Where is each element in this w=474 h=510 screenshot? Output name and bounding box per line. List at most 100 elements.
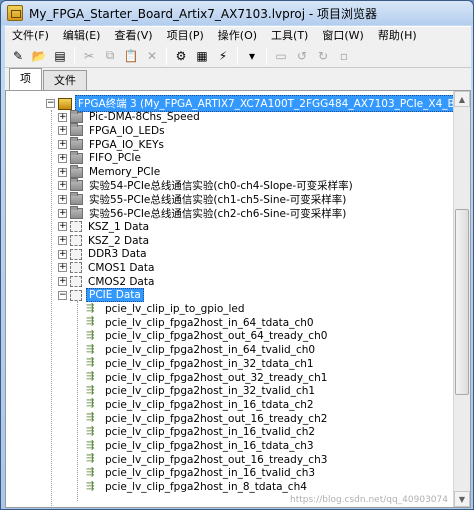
scroll-up-icon[interactable]: ▲ (454, 91, 470, 107)
expand-icon[interactable]: + (58, 277, 67, 287)
view-icon[interactable]: ▫ (335, 47, 353, 65)
redo-icon[interactable]: ↻ (314, 47, 332, 65)
menu-operate[interactable]: 操作(O) (211, 27, 264, 45)
tree-item-label: CMOS2 Data (88, 275, 155, 288)
tree-row-child[interactable]: ⇶ pcie_lv_clip_fpga2host_in_64_tdata_ch0 (86, 316, 316, 329)
io-item-icon: ⇶ (86, 412, 95, 424)
expand-icon[interactable]: + (58, 222, 67, 232)
expand-icon[interactable]: + (58, 263, 67, 273)
tree-row-child[interactable]: ⇶ pcie_lv_clip_fpga2host_out_64_tready_ch… (86, 330, 329, 343)
expand-icon[interactable]: + (58, 140, 67, 150)
tree-guide-line (77, 300, 78, 501)
undo-icon[interactable]: ↺ (293, 47, 311, 65)
tree-row-item[interactable]: + CMOS1 Data (58, 261, 156, 274)
connect-icon[interactable]: ⚡ (214, 47, 232, 65)
tab-files[interactable]: 文件 (43, 70, 87, 90)
project-tree[interactable]: − FPGA终端 3 (My_FPGA_ARTIX7_XC7A100T_2FGG4… (5, 90, 471, 508)
collapse-icon[interactable]: − (46, 99, 55, 108)
expand-icon[interactable]: + (58, 126, 67, 136)
tree-row-child[interactable]: ⇶ pcie_lv_clip_fpga2host_in_16_tvalid_ch3 (86, 467, 317, 480)
tree-row-item[interactable]: + 实验56-PCIe总线通信实验(ch2-ch6-Sine-可变采样率) (58, 205, 348, 220)
tree-item-label: CMOS1 Data (88, 261, 155, 274)
tree-child-label: pcie_lv_clip_fpga2host_out_16_tready_ch3 (105, 453, 328, 466)
tree-item-label: PCIE Data (86, 288, 144, 303)
expand-icon[interactable]: + (58, 112, 67, 122)
tree-row-child[interactable]: ⇶ pcie_lv_clip_fpga2host_in_8_tdata_ch4 (86, 481, 309, 494)
tree-row-item[interactable]: + 实验55-PCIe总线通信实验(ch1-ch5-Sine-可变采样率) (58, 191, 348, 206)
scroll-thumb[interactable] (455, 209, 469, 395)
tree-row-item[interactable]: + Pic-DMA-8Chs_Speed (58, 109, 202, 124)
toolbar-separator (74, 46, 75, 65)
tree-row-child[interactable]: ⇶ pcie_lv_clip_fpga2host_in_32_tvalid_ch1 (86, 385, 317, 398)
tree-row-child[interactable]: ⇶ pcie_lv_clip_fpga2host_in_64_tvalid_ch0 (86, 344, 317, 357)
expand-icon[interactable]: + (58, 249, 67, 259)
delete-icon[interactable]: ✕ (143, 47, 161, 65)
deploy-icon[interactable]: ▦ (193, 47, 211, 65)
tree-item-label: KSZ_1 Data (88, 220, 150, 233)
expand-icon[interactable]: + (58, 181, 67, 191)
tree-row-child[interactable]: ⇶ pcie_lv_clip_fpga2host_out_32_tready_ch… (86, 371, 329, 384)
virtual-folder-icon (70, 289, 82, 301)
tab-items[interactable]: 项 (9, 68, 42, 90)
io-item-icon: ⇶ (86, 439, 95, 451)
io-item-icon: ⇶ (86, 398, 95, 410)
menu-window[interactable]: 窗口(W) (315, 27, 370, 45)
tree-row-item[interactable]: + 实验54-PCIe总线通信实验(ch0-ch4-Slope-可变采样率) (58, 178, 355, 192)
menu-tools[interactable]: 工具(T) (264, 27, 315, 45)
vertical-scrollbar[interactable]: ▲ ▼ (453, 91, 470, 507)
expand-icon[interactable]: + (58, 167, 67, 177)
expand-icon[interactable]: + (58, 236, 67, 245)
tree-row-item[interactable]: + FIFO_PCIe (58, 150, 143, 165)
tree-row-child[interactable]: ⇶ pcie_lv_clip_fpga2host_in_16_tdata_ch3 (86, 440, 316, 453)
menu-edit[interactable]: 编辑(E) (56, 27, 108, 45)
new-icon[interactable]: ✎ (9, 47, 27, 65)
tree-row-child[interactable]: ⇶ pcie_lv_clip_fpga2host_in_16_tvalid_ch2 (86, 426, 317, 439)
expand-icon[interactable]: + (58, 153, 67, 163)
copy-icon[interactable]: ⧉ (101, 47, 119, 65)
tree-row-target[interactable]: − FPGA终端 3 (My_FPGA_ARTIX7_XC7A100T_2FGG4… (46, 95, 470, 112)
tree-row-child[interactable]: ⇶ pcie_lv_clip_fpga2host_in_32_tdata_ch1 (86, 357, 316, 370)
tree-row-child[interactable]: ⇶ pcie_lv_clip_ip_to_gpio_led (86, 303, 247, 316)
paste-icon[interactable]: 📋 (122, 47, 140, 65)
tree-item-label: FPGA_IO_LEDs (89, 124, 165, 137)
tree-item-label: Pic-DMA-8Chs_Speed (89, 111, 200, 124)
folder-icon (70, 205, 83, 219)
toolbar-separator (266, 46, 267, 65)
tree-row-item[interactable]: + DDR3 Data (58, 248, 149, 261)
scroll-down-icon[interactable]: ▼ (454, 491, 470, 507)
open-icon[interactable]: 📂 (30, 47, 48, 65)
save-all-icon[interactable]: ▤ (51, 47, 69, 65)
tree-row-item[interactable]: + KSZ_1 Data (58, 220, 151, 233)
tree-row-item[interactable]: + CMOS2 Data (58, 275, 156, 288)
io-item-icon: ⇶ (86, 425, 95, 437)
tree-row-child[interactable]: ⇶ pcie_lv_clip_fpga2host_out_16_tready_ch… (86, 412, 329, 425)
cut-icon[interactable]: ✂ (80, 47, 98, 65)
collapse-icon[interactable]: − (58, 290, 67, 300)
menu-help[interactable]: 帮助(H) (371, 27, 424, 45)
io-item-icon: ⇶ (86, 371, 95, 382)
io-item-icon: ⇶ (86, 302, 95, 314)
tree-row-item[interactable]: + KSZ_2 Data (58, 234, 151, 247)
expand-icon[interactable]: + (58, 208, 67, 218)
tree-row-item[interactable]: − PCIE Data (58, 288, 144, 303)
tree-row-item[interactable]: + FPGA_IO_KEYs (58, 137, 166, 151)
tree-row-child[interactable]: ⇶ pcie_lv_clip_fpga2host_out_16_tready_ch… (86, 453, 329, 466)
title-bar[interactable]: My_FPGA_Starter_Board_Artix7_AX7103.lvpr… (1, 1, 473, 25)
tree-child-label: pcie_lv_clip_fpga2host_in_64_tvalid_ch0 (105, 344, 316, 357)
menu-file[interactable]: 文件(F) (5, 27, 56, 45)
tree-row-item[interactable]: + FPGA_IO_LEDs (58, 123, 167, 137)
menu-project[interactable]: 项目(P) (160, 27, 211, 45)
virtual-folder-icon (70, 235, 82, 246)
expand-icon[interactable]: + (58, 194, 67, 204)
menu-view[interactable]: 查看(V) (107, 27, 159, 45)
files-icon[interactable]: ▭ (272, 47, 290, 65)
tree-row-item[interactable]: + Memory_PCIe (58, 164, 162, 179)
io-item-icon: ⇶ (86, 453, 95, 465)
virtual-folder-icon (70, 221, 82, 233)
tree-item-label: KSZ_2 Data (88, 234, 150, 247)
filter-icon[interactable]: ▾ (243, 47, 261, 65)
tree-child-label: pcie_lv_clip_fpga2host_in_16_tdata_ch2 (105, 398, 314, 411)
window-title: My_FPGA_Starter_Board_Artix7_AX7103.lvpr… (29, 6, 378, 21)
build-icon[interactable]: ⚙ (172, 47, 190, 65)
tree-row-child[interactable]: ⇶ pcie_lv_clip_fpga2host_in_16_tdata_ch2 (86, 398, 316, 411)
